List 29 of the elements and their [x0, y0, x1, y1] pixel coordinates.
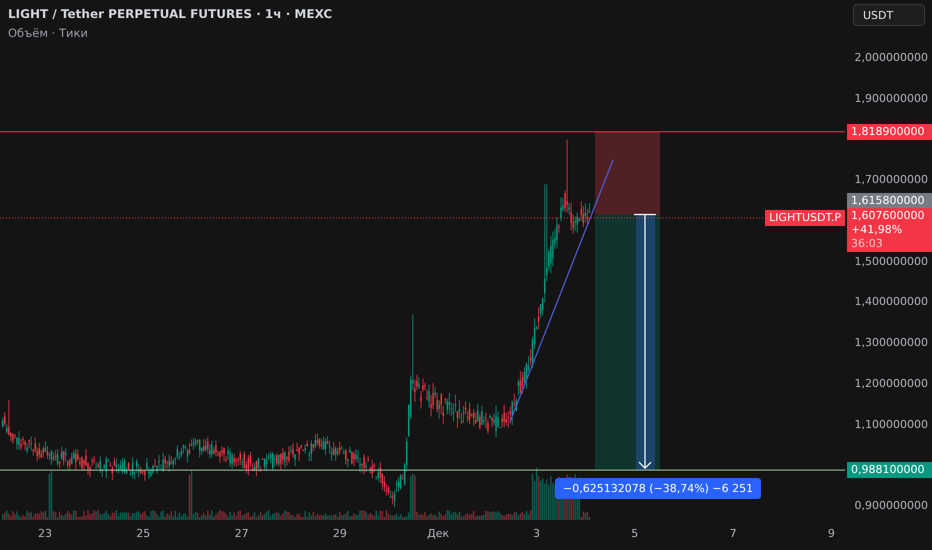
price-tick: 1,400000000 [854, 294, 928, 310]
price-axis[interactable]: USDT 2,000000000 1,900000000 1,700000000 1,500000000 1,400000000 1,300000000 1,200000000 1,100000000 0,900000000 1,818900000 1,615800000 1,607600000 +41,98% 36:03 0,988100000 [845, 0, 932, 520]
price-tick: 1,500000000 [854, 254, 928, 270]
price-tick: 1,200000000 [854, 376, 928, 392]
price-tick: 1,900000000 [854, 90, 928, 107]
price-tick: 2,000000000 [854, 50, 928, 66]
time-tick: 7 [730, 527, 737, 540]
time-tick: Дек [427, 527, 450, 540]
symbol-tag: LIGHTUSDT.P [765, 210, 845, 226]
time-tick: 23 [38, 527, 52, 540]
time-tick: 29 [332, 527, 347, 540]
price-badge: 1,615800000 [847, 193, 932, 210]
time-tick: 3 [533, 527, 540, 540]
currency-button[interactable]: USDT [853, 4, 925, 26]
price-tick: 0,900000000 [854, 498, 928, 514]
time-tick: 27 [234, 527, 249, 540]
symbol-title: LIGHT / Tether PERPETUAL FUTURES · 1ч · MEXC [8, 7, 332, 21]
measure-label: −0,625132078 (−38,74%) −6 251 [555, 478, 762, 499]
price-badge: 1,818900000 [847, 124, 932, 140]
price-badge: 0,988100000 [847, 462, 932, 478]
time-tick: 5 [631, 527, 638, 540]
time-tick: 25 [136, 527, 150, 540]
price-tick: 1,700000000 [854, 172, 928, 188]
volume-indicator-label: Объём · Тики [8, 26, 89, 40]
time-axis[interactable]: 23 25 27 29 Дек 3 5 7 9 [0, 520, 932, 550]
price-tick: 1,300000000 [854, 335, 928, 352]
price-badge: 1,607600000 +41,98% 36:03 [847, 208, 932, 252]
time-tick: 9 [828, 527, 835, 540]
price-tick: 1,100000000 [854, 416, 928, 433]
